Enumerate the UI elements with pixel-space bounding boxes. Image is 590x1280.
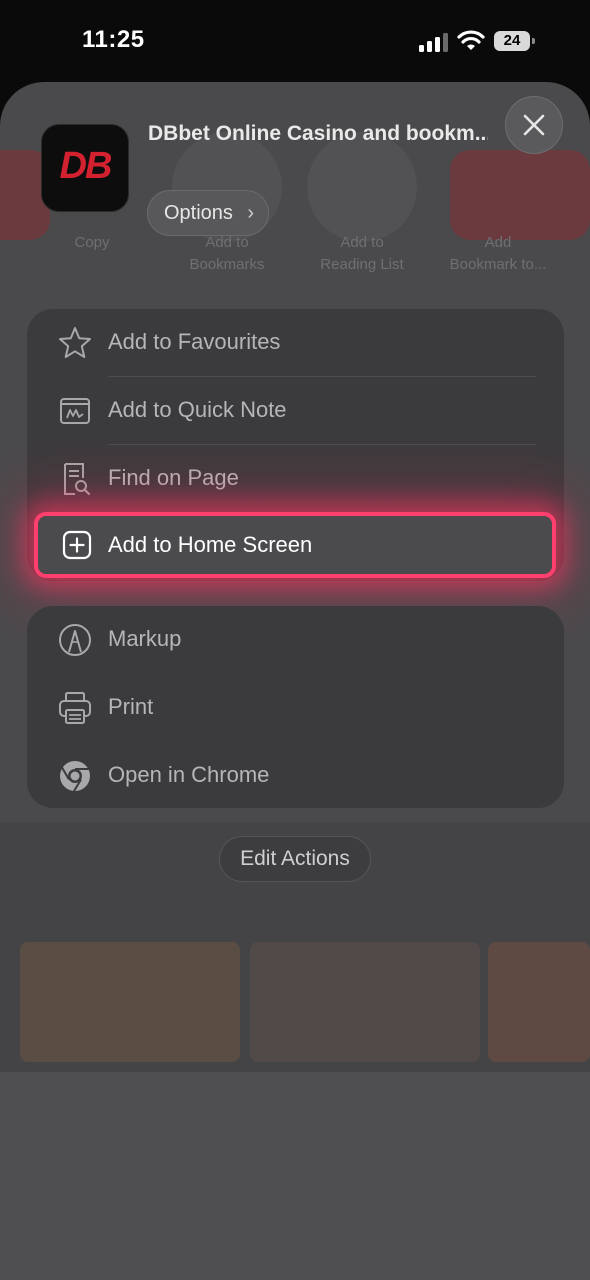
action-label: Open in Chrome bbox=[108, 762, 270, 787]
bookmark-to-action-label: Add Bookmark to... bbox=[449, 234, 547, 273]
ghost-shape bbox=[307, 132, 417, 242]
copy-action-label: Copy bbox=[74, 234, 110, 251]
ghost-shape bbox=[250, 942, 480, 1062]
action-label: Markup bbox=[108, 626, 182, 651]
action-add-to-home-screen[interactable]: Add to Home Screen bbox=[34, 512, 556, 578]
status-bar: 11:25 24 bbox=[0, 0, 590, 84]
action-find-on-page[interactable]: Find on Page bbox=[27, 445, 564, 513]
battery-icon: 24 bbox=[494, 31, 536, 51]
status-time: 11:25 bbox=[82, 26, 145, 53]
quick-note-icon bbox=[60, 398, 90, 424]
markup-pen-icon bbox=[59, 624, 91, 656]
actions-group-secondary: Markup Print Open in Chrome bbox=[27, 606, 564, 808]
options-label: Options bbox=[164, 202, 233, 224]
action-add-to-quick-note[interactable]: Add to Quick Note bbox=[27, 377, 564, 445]
cellular-signal-icon bbox=[419, 33, 448, 52]
close-icon bbox=[523, 114, 545, 136]
ghost-shape bbox=[450, 150, 590, 240]
close-button[interactable] bbox=[505, 96, 563, 154]
ghost-shape bbox=[488, 942, 590, 1062]
ghost-shape bbox=[0, 1072, 590, 1280]
find-on-page-icon bbox=[64, 463, 91, 496]
battery-level: 24 bbox=[494, 31, 530, 51]
action-label: Print bbox=[108, 694, 154, 719]
add-bookmarks-action-label: Add to Bookmarks bbox=[189, 234, 265, 273]
ghost-shape bbox=[20, 942, 240, 1062]
page-title: DBbet Online Casino and bookm... bbox=[148, 122, 488, 145]
action-label: Add to Quick Note bbox=[108, 397, 287, 422]
action-label: Add to Home Screen bbox=[108, 532, 313, 557]
action-add-to-favourites[interactable]: Add to Favourites bbox=[27, 309, 564, 377]
printer-icon bbox=[59, 692, 91, 724]
options-button[interactable]: Options › bbox=[147, 190, 269, 236]
action-print[interactable]: Print bbox=[27, 674, 564, 742]
reading-list-action-label: Add to Reading List bbox=[320, 234, 404, 273]
plus-square-icon bbox=[62, 530, 92, 560]
action-open-in-chrome[interactable]: Open in Chrome bbox=[27, 742, 564, 810]
app-icon-text: DB bbox=[59, 145, 113, 187]
chrome-icon bbox=[60, 761, 90, 792]
wifi-icon bbox=[457, 30, 485, 50]
action-label: Find on Page bbox=[108, 465, 239, 490]
app-icon: DB bbox=[41, 124, 129, 212]
action-label: Add to Favourites bbox=[108, 329, 281, 354]
share-sheet: Copy Add to Bookmarks Add to Reading Lis… bbox=[0, 82, 590, 1280]
action-markup[interactable]: Markup bbox=[27, 606, 564, 674]
star-icon bbox=[59, 327, 91, 358]
edit-actions-button[interactable]: Edit Actions bbox=[219, 836, 371, 882]
chevron-right-icon: › bbox=[247, 202, 254, 224]
